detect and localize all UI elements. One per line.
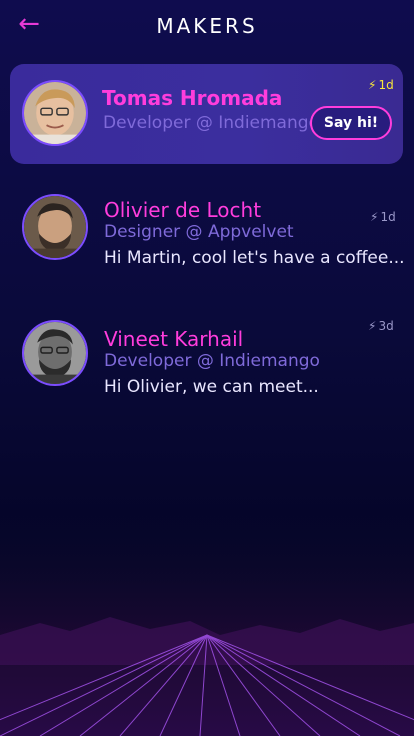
top-bar: ← MAKERS [0, 0, 414, 56]
maker-name: Olivier de Locht [104, 198, 262, 222]
bolt-icon: ⚡ [368, 319, 377, 333]
avatar-image [24, 82, 86, 144]
avatar [22, 80, 88, 146]
time-badge: ⚡ 1d [370, 210, 396, 224]
time-badge: ⚡ 1d [368, 78, 394, 92]
time-label: 1d [378, 78, 394, 92]
grid-graphic [0, 515, 414, 736]
avatar-image [24, 322, 86, 384]
page-title: MAKERS [156, 14, 258, 38]
maker-role: Designer @ Appvelvet [104, 222, 294, 242]
maker-role: Developer @ Indiemango [104, 351, 320, 371]
bolt-icon: ⚡ [370, 210, 379, 224]
say-hi-button[interactable]: Say hi! [310, 106, 392, 140]
avatar [22, 194, 88, 260]
maker-role: Developer @ Indiemango [103, 113, 319, 133]
message-preview: Hi Martin, cool let's have a coffee... [104, 248, 405, 268]
time-label: 3d [378, 319, 394, 333]
maker-name: Vineet Karhail [104, 327, 244, 351]
message-preview: Hi Olivier, we can meet... [104, 377, 319, 397]
avatar-image [24, 196, 86, 258]
maker-name: Tomas Hromada [102, 86, 283, 110]
bolt-icon: ⚡ [368, 78, 377, 92]
time-badge: ⚡ 3d [368, 319, 394, 333]
synthwave-grid-decoration [0, 515, 414, 736]
time-label: 1d [380, 210, 396, 224]
avatar [22, 320, 88, 386]
